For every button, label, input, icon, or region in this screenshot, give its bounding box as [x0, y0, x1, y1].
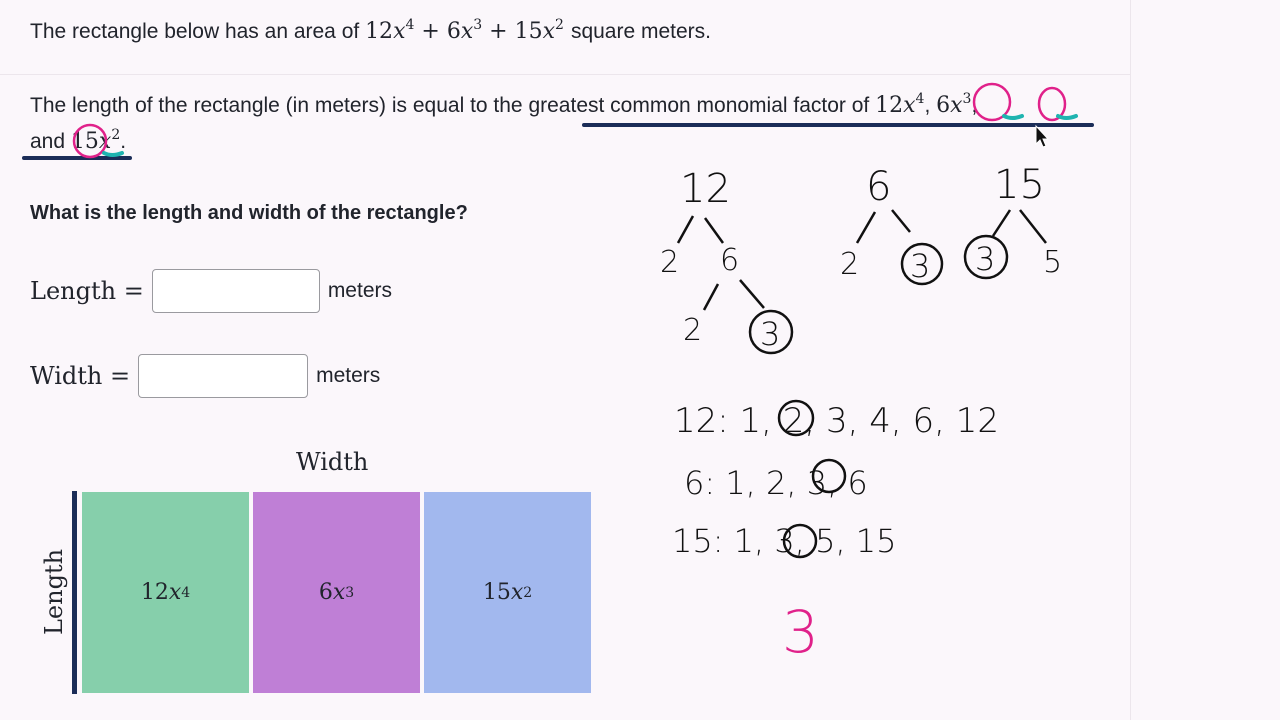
length-input[interactable]	[151, 269, 320, 313]
diagram-length-label: Length	[40, 548, 68, 636]
tree12-sub-left: 2	[683, 313, 702, 348]
length-unit: meters	[327, 279, 392, 302]
length-label: Length =	[30, 277, 144, 305]
area-expression: 12x4 + 6x3 + 15x2	[365, 17, 564, 44]
term-6x3: 6x3	[936, 91, 972, 118]
diagram-length-bar	[72, 491, 77, 694]
area-prefix-text: The rectangle below has an area of	[30, 20, 360, 43]
teal-mark-2	[1056, 114, 1078, 120]
teal-mark-1	[1002, 114, 1024, 120]
exercise-page: The rectangle below has an area of 12x4 …	[0, 0, 1280, 720]
tree15-root: 15	[994, 162, 1045, 208]
length-prefix-text: The length of the rectangle (in meters) …	[30, 94, 523, 117]
and-word: and	[30, 130, 66, 153]
tree12-root: 12	[680, 166, 731, 212]
length-field-row: Length = meters	[30, 269, 392, 313]
tree6-root: 6	[866, 164, 891, 210]
term-15x2: 15x2	[70, 127, 121, 154]
area-suffix-text: square meters.	[570, 20, 711, 43]
width-unit: meters	[316, 364, 381, 387]
question-text: What is the length and width of the rect…	[30, 202, 468, 224]
content-edge-divider	[1130, 0, 1131, 720]
area-segment-15x2: 15 x 2	[424, 492, 591, 693]
tree15-left: 3	[975, 240, 995, 278]
tree12-sub-right: 3	[760, 315, 780, 353]
width-label: Width =	[30, 362, 131, 390]
length-statement-line1: The length of the rectangle (in meters) …	[30, 91, 978, 118]
gcf-answer: 3	[782, 598, 819, 666]
area-segment-6x3: 6x3	[253, 492, 420, 693]
circle-6	[1037, 86, 1067, 122]
factor-list-6: 6: 1, 2, 3, 6	[684, 464, 868, 502]
term-12x4: 12x4	[875, 91, 925, 118]
width-field-row: Width = meters	[30, 354, 380, 398]
cursor-arrow-icon	[1035, 124, 1050, 148]
section-divider	[0, 74, 1130, 75]
tree12-left: 2	[660, 245, 679, 280]
tree6-right: 3	[910, 247, 930, 285]
tree6-left: 2	[840, 247, 859, 282]
area-segment-12x4: 12 x 4	[82, 492, 249, 693]
width-input[interactable]	[138, 354, 309, 398]
tree12-right: 6	[720, 243, 739, 278]
diagram-width-label: Width	[296, 448, 369, 476]
gcf-phrase: greatest common monomial factor of	[528, 94, 870, 117]
factor-list-12: 12: 1, 2, 3, 4, 6, 12	[674, 401, 999, 441]
length-statement-line2: and 15x2.	[30, 127, 127, 154]
area-statement: The rectangle below has an area of 12x4 …	[30, 18, 711, 46]
circle-12	[972, 82, 1012, 122]
tree15-right: 5	[1043, 245, 1062, 280]
factor-list-15: 15: 1, 3, 5, 15	[672, 522, 897, 560]
